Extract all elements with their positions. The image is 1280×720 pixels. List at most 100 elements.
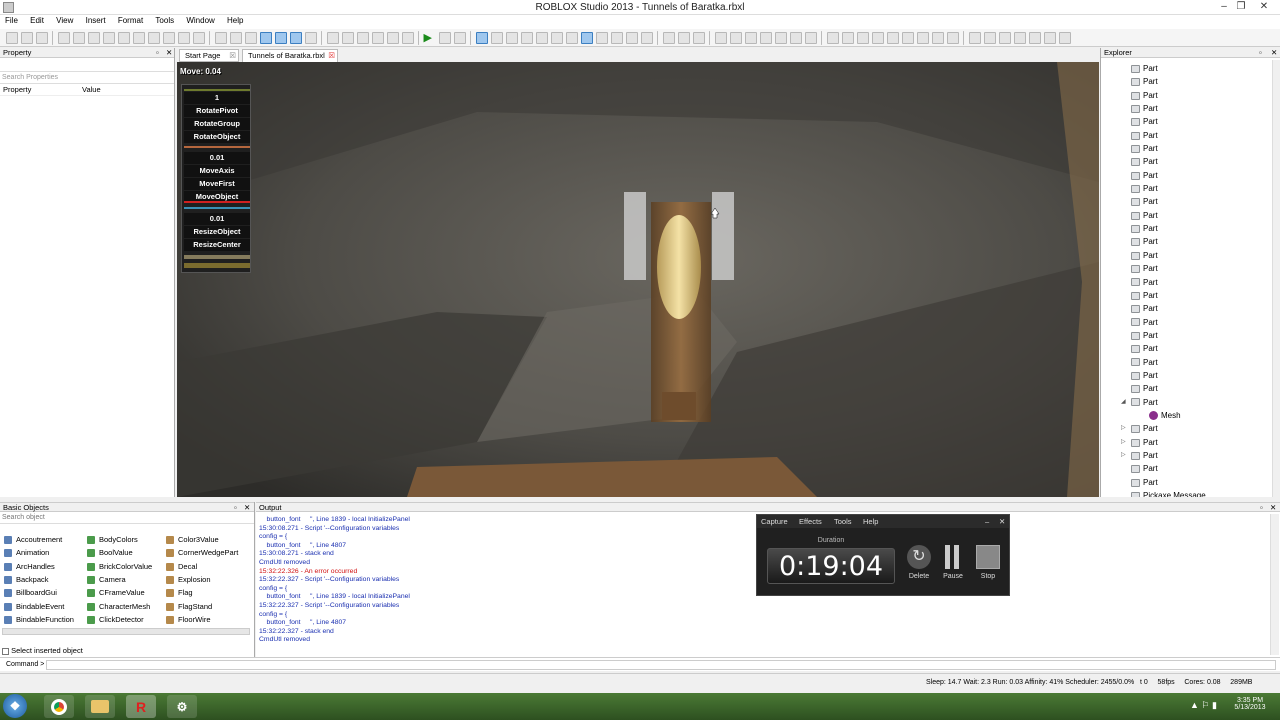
resize-increment[interactable]: 0.01 [184, 213, 250, 225]
tree-item[interactable]: Part [1101, 129, 1271, 142]
object-item[interactable]: BoolValue [87, 548, 133, 558]
resize-center-button[interactable]: ResizeCenter [184, 239, 250, 251]
pause-icon[interactable] [438, 31, 451, 44]
clock[interactable]: 3:35 PM 5/13/2013 [1228, 697, 1272, 711]
tree-item[interactable]: Part [1101, 342, 1271, 355]
selection-mode-icon[interactable] [580, 31, 593, 44]
pin-icon[interactable]: ▫ [156, 48, 159, 58]
lock-tool-icon[interactable] [625, 31, 638, 44]
restore-button[interactable]: ❐ [1233, 1, 1249, 13]
object-search-input[interactable]: Search object [0, 512, 254, 524]
snap-icon[interactable] [229, 31, 242, 44]
save-icon[interactable] [35, 31, 48, 44]
tray-icons[interactable]: ▲ ⚐ ▮ [1190, 700, 1217, 711]
plugin9-icon[interactable] [946, 31, 959, 44]
tree-item[interactable]: Part [1101, 209, 1271, 222]
tree-item[interactable]: Part [1101, 169, 1271, 182]
tree-item[interactable]: Part [1101, 329, 1271, 342]
tree-item[interactable]: Part [1101, 316, 1271, 329]
3d-viewport[interactable]: Move: 0.04 [177, 62, 1099, 497]
resize-object-button[interactable]: ResizeObject [184, 226, 250, 238]
close-icon[interactable]: ☒ [229, 50, 236, 62]
tree-item[interactable]: Part [1101, 155, 1271, 168]
move-icon[interactable] [490, 31, 503, 44]
tree-item[interactable]: Part [1101, 195, 1271, 208]
object-item[interactable]: Flag [166, 588, 193, 598]
rotate-object-button[interactable]: RotateObject [184, 131, 250, 143]
tilt-icon[interactable] [177, 31, 190, 44]
object-item[interactable]: FloorWire [166, 615, 211, 624]
close-icon[interactable]: ✕ [244, 503, 250, 513]
motor-icon[interactable] [744, 31, 757, 44]
start-button[interactable]: ❖ [3, 694, 27, 718]
pause-icon[interactable] [943, 545, 961, 569]
object-item[interactable]: Camera [87, 575, 126, 584]
tree-item[interactable]: ▷ Part [1101, 436, 1271, 449]
tree-item[interactable]: Part [1101, 289, 1271, 302]
tree-item[interactable]: Part [1101, 356, 1271, 369]
surface-icon[interactable] [662, 31, 675, 44]
tree-item[interactable]: ◢ Part [1101, 396, 1271, 409]
expand-arrow-icon[interactable]: ▷ [1121, 422, 1126, 435]
explorer-scrollbar[interactable] [1272, 60, 1280, 497]
object-item[interactable]: CharacterMesh [87, 602, 150, 611]
tree-item[interactable]: Part [1101, 382, 1271, 395]
pause-button[interactable]: Pause [937, 573, 969, 580]
tree-item[interactable]: Pickaxe Message [1101, 489, 1271, 497]
capture-menu-capture[interactable]: Capture [761, 515, 788, 528]
expand-arrow-icon[interactable]: ◢ [1121, 396, 1126, 409]
play-icon[interactable]: ▶ [424, 32, 436, 44]
move-up-icon[interactable] [326, 31, 339, 44]
tree-item[interactable]: Part [1101, 276, 1271, 289]
pin-icon[interactable]: ▫ [1259, 48, 1262, 58]
capture-app-icon[interactable]: ⚙ [167, 695, 197, 718]
close-icon[interactable]: ✕ [166, 48, 172, 58]
plugin11-icon[interactable] [983, 31, 996, 44]
tree-item[interactable]: Part [1101, 115, 1271, 128]
copy-icon[interactable] [72, 31, 85, 44]
paste-icon[interactable] [87, 31, 100, 44]
object-item[interactable]: CFrameValue [87, 588, 145, 598]
tree-item[interactable]: Part [1101, 182, 1271, 195]
close-icon[interactable]: ✕ [999, 515, 1005, 528]
tree-item-mesh[interactable]: Mesh [1101, 409, 1271, 422]
camera-fit-icon[interactable] [401, 31, 414, 44]
drag-icon[interactable] [505, 31, 518, 44]
rotate-group-button[interactable]: RotateGroup [184, 118, 250, 130]
plugin8-icon[interactable] [931, 31, 944, 44]
object-list-scrollbar[interactable] [2, 628, 250, 635]
spring-icon[interactable] [789, 31, 802, 44]
object-item[interactable]: BindableFunction [4, 615, 74, 624]
inlet-icon[interactable] [304, 31, 317, 44]
tree-item[interactable]: Part [1101, 302, 1271, 315]
rotate-icon[interactable] [162, 31, 175, 44]
menu-insert[interactable]: Insert [81, 15, 111, 26]
camera-zoom-icon[interactable] [386, 31, 399, 44]
tree-item[interactable]: Part [1101, 462, 1271, 475]
weld-tool-icon[interactable] [759, 31, 772, 44]
object-item[interactable]: BillboardGui [4, 588, 57, 598]
menu-edit[interactable]: Edit [25, 15, 49, 26]
output-scrollbar[interactable] [1270, 514, 1279, 655]
expand-arrow-icon[interactable]: ▷ [1121, 449, 1126, 462]
file-explorer-icon[interactable] [85, 695, 115, 718]
object-item[interactable]: ClickDetector [87, 615, 144, 624]
plugin15-icon[interactable] [1043, 31, 1056, 44]
move-down-icon[interactable] [341, 31, 354, 44]
menu-tools[interactable]: Tools [150, 15, 179, 26]
rotate-pivot-button[interactable]: RotatePivot [184, 105, 250, 117]
reset-icon[interactable] [453, 31, 466, 44]
tree-item[interactable]: Part [1101, 89, 1271, 102]
glue-icon[interactable] [259, 31, 272, 44]
object-item[interactable]: Decal [166, 562, 197, 571]
object-item[interactable]: Accoutrement [4, 535, 62, 545]
terrain-icon[interactable] [804, 31, 817, 44]
anchor-icon[interactable] [595, 31, 608, 44]
tree-item[interactable]: ▷ Part [1101, 422, 1271, 435]
zoom-icon[interactable] [244, 31, 257, 44]
command-input[interactable] [46, 660, 1276, 670]
ungroup-tool-icon[interactable] [565, 31, 578, 44]
minimize-icon[interactable]: – [985, 515, 989, 528]
checkbox[interactable] [2, 647, 9, 655]
object-item[interactable]: ArcHandles [4, 562, 55, 571]
